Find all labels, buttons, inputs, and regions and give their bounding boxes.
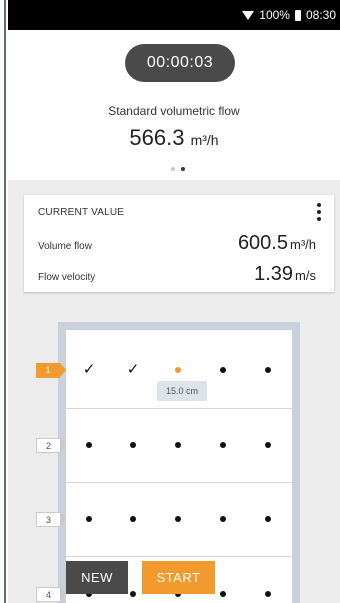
depth-tooltip: 15.0 cm [157,381,207,401]
current-value-card: CURRENT VALUE Volume flow 600.5 m³/h Flow… [24,195,334,292]
status-icons: 100% 08:30 [242,8,336,22]
measurement-point [82,512,96,526]
row-divider [66,482,292,483]
volume-flow-unit: m³/h [290,237,316,252]
row-tab-1[interactable]: 1 [36,363,66,378]
more-options-icon[interactable] [316,203,322,221]
measurement-point [261,438,275,452]
flow-velocity-number: 1.39 [254,263,294,285]
volume-flow-row: Volume flow 600.5 m³/h [38,232,316,255]
wifi-icon [242,10,255,20]
page-dot-1[interactable] [171,167,175,171]
measurement-number: 566.3 [129,125,185,150]
measurement-point [216,363,230,377]
flow-velocity-value: 1.39 m/s [254,263,316,286]
measurement-point [82,438,96,452]
measurement-point [171,512,185,526]
measurement-point [216,512,230,526]
measurement-point [171,438,185,452]
current-point [171,363,185,377]
app-screen: 100% 08:30 00:00:03 Standard volumetric … [0,0,340,603]
row-tab-4[interactable]: 4 [36,587,66,602]
clock: 08:30 [305,8,336,22]
flow-velocity-label: Flow velocity [38,272,96,283]
page-indicator[interactable] [171,167,185,171]
checkmark-icon: ✓ [82,361,96,378]
measurement-point [261,512,275,526]
measurement-header[interactable]: 00:00:03 Standard volumetric flow 566.3 … [8,30,340,180]
measurement-point [261,363,275,377]
measurement-label: Standard volumetric flow [108,104,240,118]
measurement-point [126,512,140,526]
battery-icon [294,9,301,21]
timer-badge: 00:00:03 [125,44,235,82]
flow-velocity-row: Flow velocity 1.39 m/s [38,263,316,286]
checkmark-icon: ✓ [126,361,140,378]
measurement-point [216,438,230,452]
row-tab-3[interactable]: 3 [36,512,66,527]
measurement-value: 566.3 m³/h [8,125,340,151]
measurement-unit: m³/h [190,132,219,148]
measurement-point [216,587,230,601]
measurement-point [126,438,140,452]
volume-flow-number: 600.5 [237,232,288,254]
row-divider [66,408,292,409]
row-tab-2[interactable]: 2 [36,438,66,453]
page-dot-2[interactable] [181,167,185,171]
volume-flow-value: 600.5 m³/h [238,232,316,255]
status-bar: 100% 08:30 [8,0,340,30]
measurement-point [261,587,275,601]
card-title: CURRENT VALUE [38,207,125,218]
row-divider [66,556,292,557]
flow-velocity-unit: m/s [295,268,316,283]
window-edge [0,0,6,603]
volume-flow-label: Volume flow [38,241,92,252]
battery-percent: 100% [259,8,290,22]
start-button[interactable]: START [142,561,215,594]
new-button[interactable]: NEW [66,561,128,594]
measurement-point [126,587,140,601]
